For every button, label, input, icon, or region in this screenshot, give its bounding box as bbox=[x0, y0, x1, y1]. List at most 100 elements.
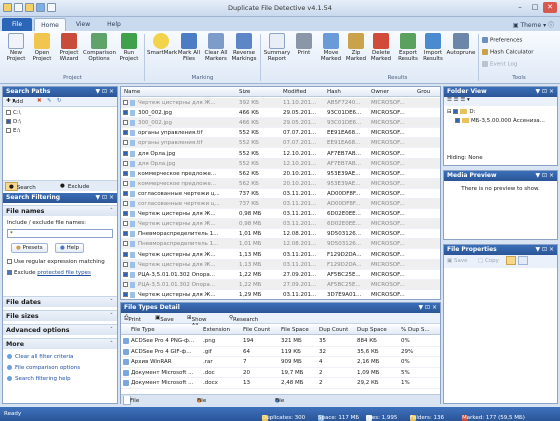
include-input[interactable]: * bbox=[7, 229, 113, 238]
col-group[interactable]: Grou bbox=[417, 89, 430, 95]
exclude-protected-checkbox[interactable]: Exclude protected file types bbox=[7, 270, 91, 276]
close-icon[interactable]: ✕ bbox=[543, 2, 557, 13]
run-project-button[interactable]: Run Project bbox=[116, 33, 142, 63]
col-dup-percent[interactable]: % Dup S... bbox=[401, 327, 430, 333]
protected-file-types-link[interactable]: protected file types bbox=[37, 270, 91, 276]
col-owner[interactable]: Owner bbox=[371, 89, 389, 95]
regex-checkbox[interactable]: Use regular expression matching bbox=[7, 259, 105, 265]
clear-all-markers-button[interactable]: Clear All Markers bbox=[203, 33, 229, 63]
col-modified[interactable]: Modified bbox=[283, 89, 306, 95]
tree-node-root[interactable]: ⊟ D: bbox=[447, 109, 475, 115]
tab-view[interactable]: View bbox=[68, 18, 98, 31]
table-row[interactable]: согласованные чертежи ц... 737 КБ 03.11.20… bbox=[121, 199, 440, 210]
export-results-button[interactable]: Export Results bbox=[396, 33, 420, 63]
smartmark-button[interactable]: SmartMark bbox=[147, 33, 177, 56]
pin-icon[interactable]: ▼ ⊡ × bbox=[419, 303, 437, 313]
help-button[interactable]: ● Help bbox=[55, 243, 85, 253]
row-checkbox[interactable] bbox=[123, 100, 128, 105]
table-row[interactable]: РЦА-3,5.01.01.302 Опора... 1,22 МБ 27.09.2… bbox=[121, 279, 440, 290]
row-checkbox[interactable] bbox=[123, 281, 128, 287]
print-button[interactable]: Print bbox=[293, 33, 315, 56]
filtering-help-link[interactable]: Search filtering help bbox=[7, 376, 71, 382]
col-size[interactable]: Size bbox=[239, 89, 250, 95]
clear-filter-link[interactable]: Clear all filter criteria bbox=[7, 354, 73, 360]
drive-item[interactable]: C:\ bbox=[6, 110, 21, 116]
row-checkbox[interactable] bbox=[123, 190, 128, 196]
project-wizard-button[interactable]: Project Wizard bbox=[56, 33, 82, 63]
properties-save-button[interactable]: ▣ Save bbox=[447, 258, 467, 264]
remove-path-icon[interactable]: ✖ bbox=[37, 98, 42, 104]
table-row[interactable]: коммерческое предложе... 562 КБ 20.10.201.… bbox=[121, 178, 440, 189]
col-name[interactable]: Name bbox=[124, 89, 140, 95]
file-type-row[interactable]: ACDSee Pro 4 PNG-ф... .png 194 321 МБ 35 884 … bbox=[121, 336, 440, 347]
table-row[interactable]: согласованные чертежи ц... 737 КБ 03.11.20… bbox=[121, 189, 440, 199]
zip-marked-button[interactable]: Zip Marked bbox=[344, 33, 368, 63]
folder-tools-icon[interactable]: ☰ ☰ ☰ ▾ bbox=[447, 97, 470, 103]
ftd-print-button[interactable]: ⎙ Print bbox=[124, 315, 141, 323]
theme-menu[interactable]: ▣ Theme ▾ ⓘ bbox=[513, 20, 554, 29]
tab-exclude[interactable]: ● Exclude (6) bbox=[57, 182, 89, 199]
drive-checkbox[interactable] bbox=[6, 128, 11, 133]
preferences-button[interactable]: Preferences bbox=[482, 37, 522, 44]
tab-file[interactable]: File bbox=[2, 18, 32, 31]
file-type-row[interactable]: Документ Microsoft ... .docx 13 2,48 МБ 2 29,… bbox=[121, 378, 440, 389]
tab-home[interactable]: Home bbox=[34, 18, 66, 31]
row-checkbox[interactable] bbox=[123, 261, 128, 267]
sort-icon[interactable] bbox=[506, 256, 516, 265]
properties-copy-button[interactable]: ▢ Copy bbox=[478, 258, 499, 264]
more-section[interactable]: More ˆ bbox=[3, 338, 117, 349]
tab-search[interactable]: ● Search (1) bbox=[5, 182, 36, 200]
table-row[interactable]: Чертеж цистерны для Ж... 392 КБ 11.10.201.… bbox=[121, 98, 440, 109]
tab-help[interactable]: Help bbox=[100, 18, 128, 31]
ftd-show-all-button[interactable]: ⊞ Show All bbox=[187, 315, 206, 329]
move-marked-button[interactable]: Move Marked bbox=[319, 33, 343, 63]
table-row[interactable]: Чертеж цистерны для Ж... 1,29 МБ 03.11.201… bbox=[121, 290, 440, 299]
table-row[interactable]: Чертеж цистерны для Ж... 1,13 МБ 03.11.201… bbox=[121, 250, 440, 260]
drive-checkbox[interactable] bbox=[6, 119, 11, 124]
row-checkbox[interactable] bbox=[123, 241, 128, 247]
drive-item[interactable]: E:\ bbox=[6, 128, 20, 134]
edit-path-icon[interactable]: ✎ bbox=[47, 98, 52, 104]
col-file-type[interactable]: File Type bbox=[131, 327, 155, 333]
col-file-count[interactable]: File Count bbox=[243, 327, 270, 333]
ftd-save-button[interactable]: ▣ Save bbox=[155, 315, 174, 323]
row-checkbox[interactable] bbox=[123, 110, 128, 116]
table-row[interactable]: 300_002.jpg 466 КБ 29.05.201... 93C01DE6...… bbox=[121, 118, 440, 129]
maximize-icon[interactable]: □ bbox=[528, 2, 542, 13]
row-checkbox[interactable] bbox=[123, 231, 128, 237]
row-checkbox[interactable] bbox=[123, 120, 128, 126]
event-log-button[interactable]: Event Log bbox=[482, 61, 517, 68]
table-row[interactable]: Чертеж цистерны для Ж... 0,98 МБ 03.11.201… bbox=[121, 219, 440, 230]
pin-icon[interactable]: ▼ ⊡ × bbox=[536, 245, 554, 255]
pin-icon[interactable]: ▼ ⊡ × bbox=[96, 87, 114, 97]
table-row[interactable]: Чертеж цистерны для Ж... 0,98 МБ 03.11.201… bbox=[121, 209, 440, 220]
advanced-options-section[interactable]: Advanced options ˇ bbox=[3, 324, 117, 335]
drive-item[interactable]: D:\ bbox=[6, 119, 21, 125]
table-row[interactable]: 300_002.jpg 466 КБ 29.05.201... 93C01DE6...… bbox=[121, 108, 440, 119]
new-project-button[interactable]: New Project bbox=[3, 33, 29, 63]
pin-icon[interactable]: ▼ ⊡ × bbox=[96, 193, 114, 203]
table-row[interactable]: коммерческое предложе... 562 КБ 20.10.201.… bbox=[121, 169, 440, 179]
row-checkbox[interactable] bbox=[123, 221, 128, 227]
hash-calculator-button[interactable]: Hash Calculator bbox=[482, 49, 534, 56]
summary-report-button[interactable]: Summary Report bbox=[262, 33, 292, 63]
row-checkbox[interactable] bbox=[123, 130, 128, 136]
col-dup-space[interactable]: Dup Space bbox=[357, 327, 387, 333]
col-dup-count[interactable]: Dup Count bbox=[319, 327, 348, 333]
table-row[interactable]: РЦА-3,5.01.01.302 Опора... 1,22 МБ 27.09.2… bbox=[121, 270, 440, 280]
row-checkbox[interactable] bbox=[123, 271, 128, 277]
import-results-button[interactable]: Import Results bbox=[421, 33, 445, 63]
tree-node-child[interactable]: МБ-3,5.00.000 Ассениза... bbox=[455, 118, 545, 124]
table-row[interactable]: для Орла.jpg 552 КБ 12.10.201... AF7EB7AB..… bbox=[121, 158, 440, 169]
add-path-button[interactable]: ✚ Add ▾ bbox=[6, 98, 23, 105]
row-checkbox[interactable] bbox=[123, 140, 128, 146]
presets-button[interactable]: ● Presets bbox=[11, 243, 48, 253]
col-hash[interactable]: Hash bbox=[327, 89, 341, 95]
pin-icon[interactable]: ▼ ⊡ × bbox=[536, 171, 554, 181]
col-file-space[interactable]: File Space bbox=[281, 327, 309, 333]
delete-marked-button[interactable]: Delete Marked bbox=[369, 33, 393, 63]
tab-file-types-by-count[interactable]: ● File Types by Count bbox=[191, 396, 213, 421]
file-type-row[interactable]: ACDSee Pro 4 GIF-ф... .gif 64 119 КБ 32 35,6 … bbox=[121, 347, 440, 357]
pin-icon[interactable]: ▼ ⊡ × bbox=[536, 87, 554, 97]
table-row[interactable]: Пневмораспределитель 1... 1,01 МБ 12.08.20… bbox=[121, 239, 440, 250]
